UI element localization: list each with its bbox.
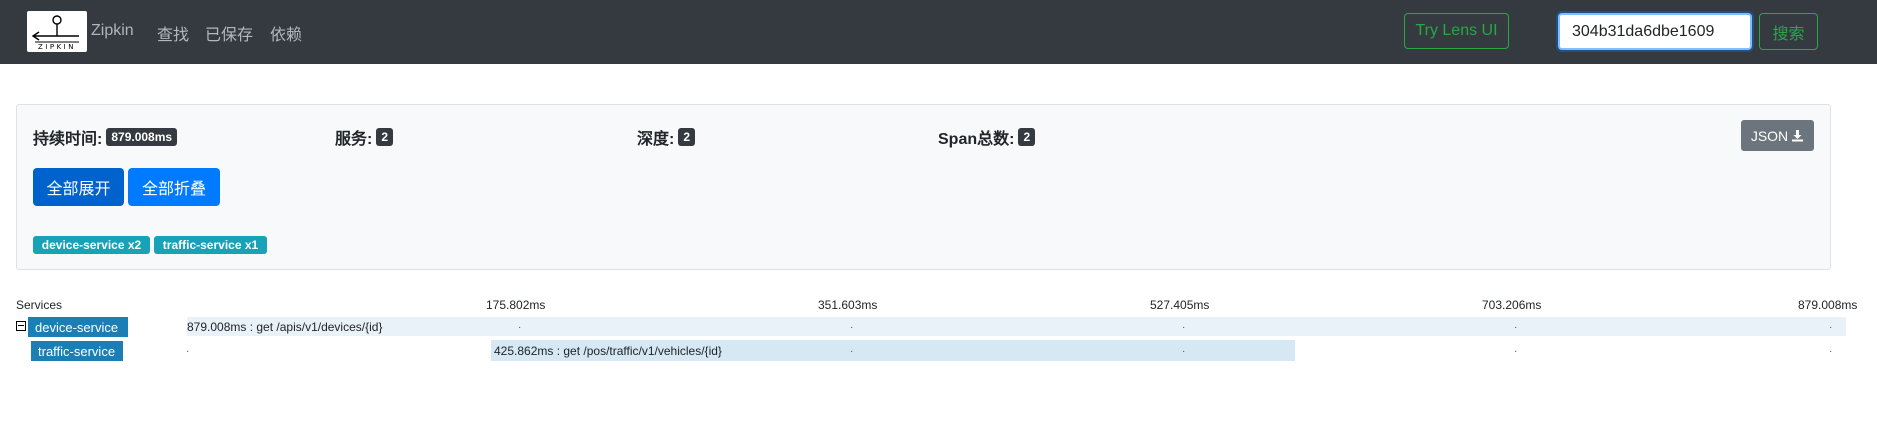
services-stat: 服务: 2 [335,125,394,149]
nav-link-dependencies[interactable]: 依赖 [270,21,302,45]
tick-marker: · [1514,322,1518,333]
expand-all-button[interactable]: 全部展开 [33,168,124,206]
nav-link-saved[interactable]: 已保存 [205,21,253,45]
tick-marker: · [518,322,522,333]
download-icon [1792,130,1804,142]
tick-label: 351.603ms [818,298,878,312]
service-tag-device-service[interactable]: device-service [28,317,128,337]
tick-label: 879.008ms [1798,298,1858,312]
duration-badge: 879.008ms [106,128,178,146]
nav-link-find[interactable]: 查找 [157,21,189,45]
trace-summary-card: 持续时间: 879.008ms 服务: 2 深度: 2 Span总数: 2 JS… [16,104,1831,270]
span-total-badge: 2 [1018,128,1036,146]
tick-marker: · [1182,346,1186,357]
search-button[interactable]: 搜索 [1759,13,1818,50]
trace-id-search-input[interactable] [1558,13,1752,50]
service-tag-traffic-service[interactable]: traffic-service [31,341,123,361]
tick-marker: · [186,346,190,357]
brand-name[interactable]: Zipkin [91,22,134,40]
duration-stat: 持续时间: 879.008ms [33,125,178,149]
depth-stat: 深度: 2 [637,125,696,149]
tick-marker: · [1182,322,1186,333]
logo-text: ZIPKIN [38,43,76,51]
tick-label: 527.405ms [1150,298,1210,312]
span-bar-device-service[interactable]: 879.008ms : get /apis/v1/devices/{id} [186,316,1846,337]
span-bar-traffic-service[interactable]: 425.862ms : get /pos/traffic/v1/vehicles… [491,340,1295,361]
services-column-header: Services [16,298,63,312]
json-button-label: JSON [1750,127,1789,144]
depth-badge: 2 [678,128,696,146]
tick-marker: · [850,346,854,357]
duration-label: 持续时间: [33,131,103,148]
service-badge-device-service[interactable]: device-service x2 [33,236,150,254]
navbar: ZIPKIN Zipkin 查找 已保存 依赖 Try Lens UI 搜索 [0,0,1877,64]
span-total-stat: Span总数: 2 [938,125,1036,149]
depth-label: 深度: [637,131,675,148]
span-total-label: Span总数: [938,131,1015,148]
tick-label: 175.802ms [486,298,546,312]
services-count-badge: 2 [376,128,394,146]
tick-marker: · [850,322,854,333]
try-lens-ui-button[interactable]: Try Lens UI [1404,13,1509,49]
collapse-all-button[interactable]: 全部折叠 [128,168,220,206]
service-badge-traffic-service[interactable]: traffic-service x1 [154,236,267,254]
zipkin-logo[interactable]: ZIPKIN [27,11,87,52]
json-download-button[interactable]: JSON [1741,120,1814,151]
tick-marker: · [1514,346,1518,357]
tick-label: 703.206ms [1482,298,1542,312]
collapse-toggle-icon[interactable] [16,321,26,331]
tick-marker: · [1829,346,1833,357]
services-label: 服务: [335,131,373,148]
tick-marker: · [1829,322,1833,333]
